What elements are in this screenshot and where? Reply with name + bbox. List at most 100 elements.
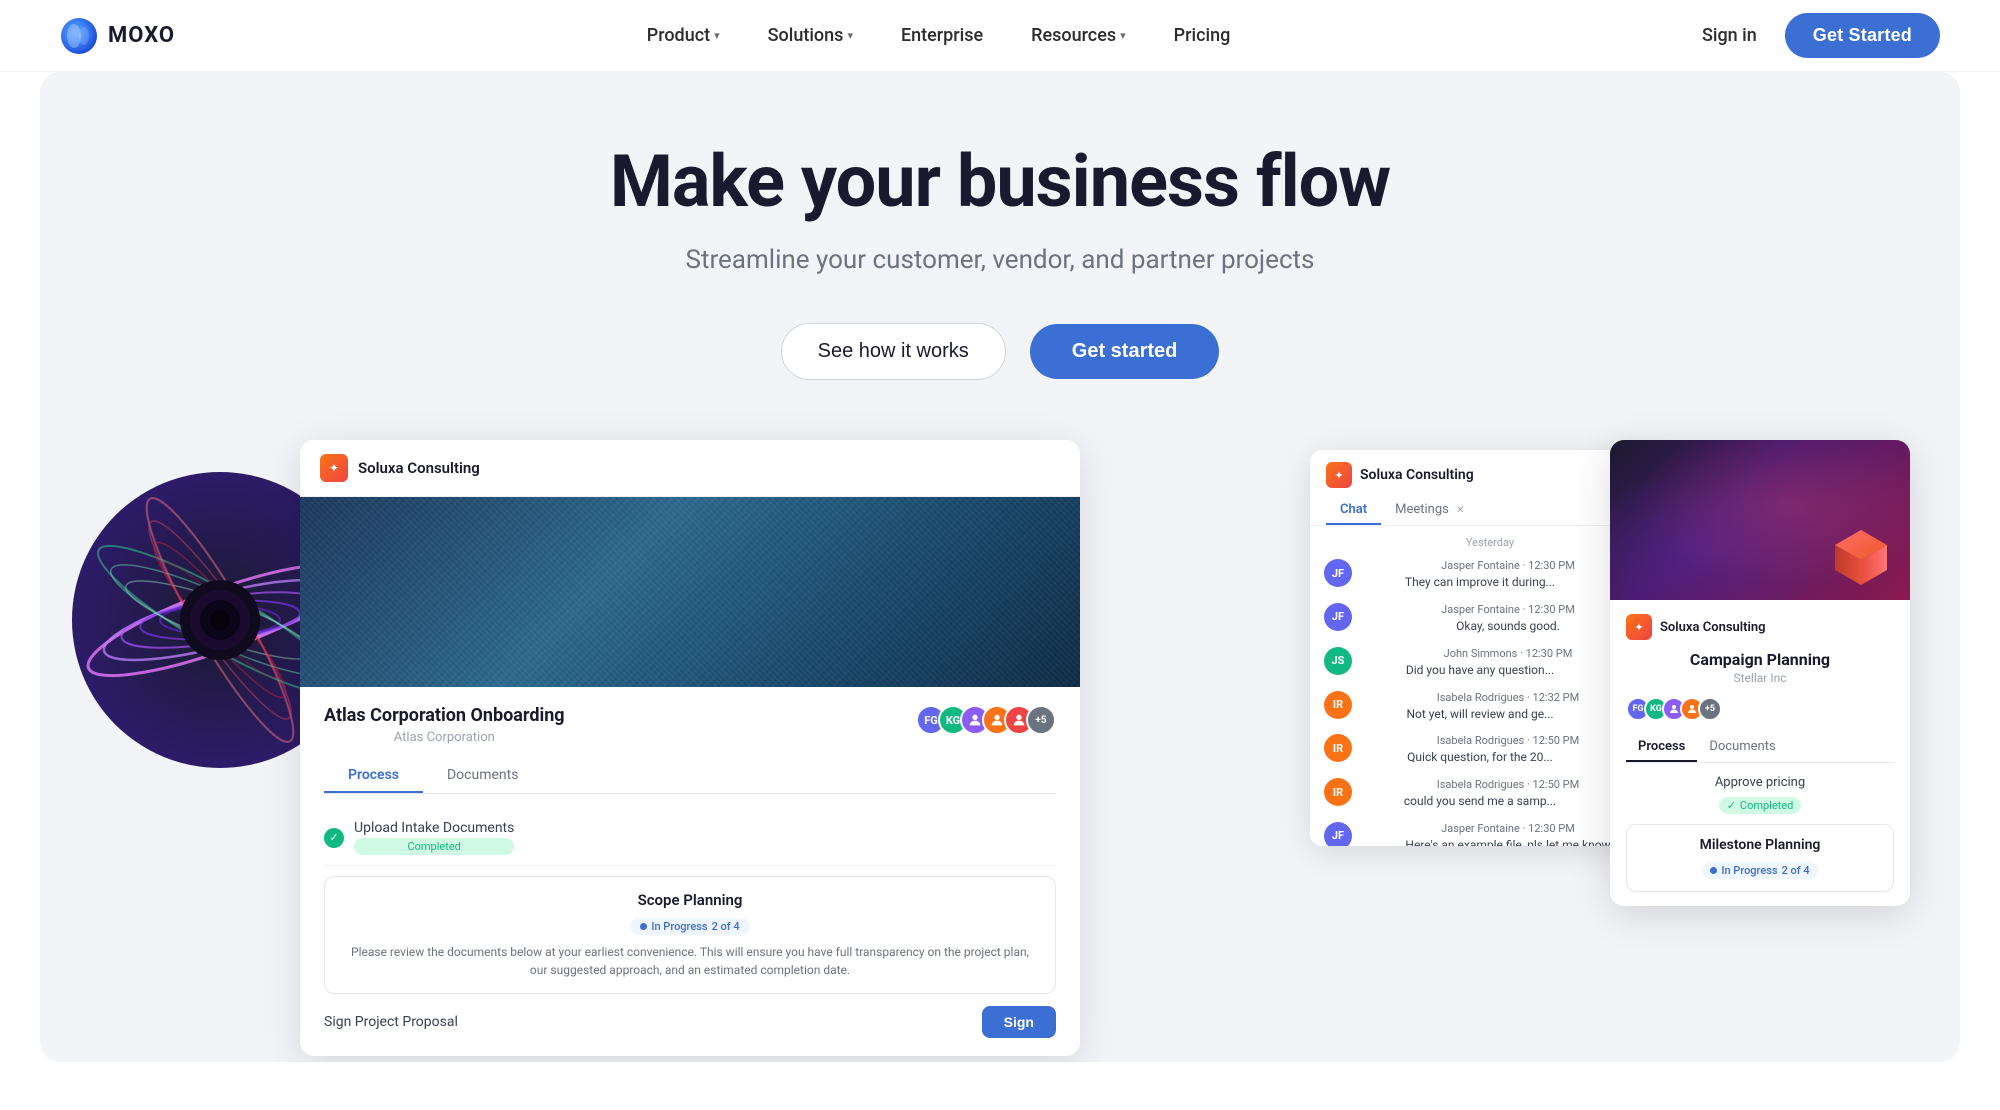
avatar-isabela-1: IR <box>1324 691 1352 719</box>
campaign-approve-status: ✓ Completed <box>1719 797 1802 814</box>
chat-header-row: ✦ Soluxa Consulting <box>1326 462 1654 488</box>
nav-enterprise[interactable]: Enterprise <box>901 25 983 46</box>
campaign-tab-process[interactable]: Process <box>1626 733 1697 762</box>
chat-message-5: IR Isabela Rodrigues · 12:50 PM Quick qu… <box>1324 734 1656 766</box>
avatar-isabela-2: IR <box>1324 734 1352 762</box>
campaign-tabs: Process Documents <box>1626 733 1894 763</box>
card-banner <box>300 497 1080 687</box>
avatar-jasper-3: JF <box>1324 822 1352 846</box>
campaign-company-name: Soluxa Consulting <box>1660 620 1766 635</box>
milestone-badge-text: In Progress <box>1721 864 1777 877</box>
chat-text-5: Quick question, for the 20... <box>1360 749 1600 766</box>
nav-pricing[interactable]: Pricing <box>1174 25 1231 46</box>
card-body: Atlas Corporation Onboarding Atlas Corpo… <box>300 687 1080 1056</box>
campaign-card: ✦ Soluxa Consulting Campaign Planning St… <box>1610 440 1910 906</box>
step-intake-label: Upload Intake Documents <box>354 820 514 836</box>
project-title: Atlas Corporation Onboarding <box>324 705 565 726</box>
nav-solutions[interactable]: Solutions ▾ <box>768 25 853 46</box>
get-started-hero-button[interactable]: Get started <box>1030 324 1220 379</box>
cube-icon <box>1829 525 1894 590</box>
get-started-nav-button[interactable]: Get Started <box>1785 13 1940 58</box>
chat-message-3: JS John Simmons · 12:30 PM Did you have … <box>1324 647 1656 679</box>
scope-badge-progress: 2 of 4 <box>712 920 740 933</box>
check-icon: ✓ <box>1727 799 1736 812</box>
company-icon: ✦ <box>320 454 348 482</box>
nav-actions: Sign in Get Started <box>1702 13 1940 58</box>
chat-date: Yesterday <box>1324 536 1656 549</box>
solutions-chevron-icon: ▾ <box>847 29 853 42</box>
chat-text-6: could you send me a samp... <box>1360 793 1600 810</box>
milestone-badge-progress: 2 of 4 <box>1782 864 1810 877</box>
step-intake-docs: ✓ Upload Intake Documents Completed <box>324 810 1056 866</box>
campaign-tab-documents[interactable]: Documents <box>1697 733 1787 762</box>
avatar-jasper-2: JF <box>1324 603 1352 631</box>
campaign-card-body: ✦ Soluxa Consulting Campaign Planning St… <box>1610 600 1910 906</box>
scope-badge: In Progress 2 of 4 <box>630 918 749 935</box>
campaign-subtitle: Stellar Inc <box>1626 671 1894 685</box>
brand-name: MOXO <box>108 23 175 48</box>
avatar-count: +5 <box>1026 705 1056 735</box>
tab-close-icon: ✕ <box>1456 505 1464 516</box>
card-header: ✦ Soluxa Consulting <box>300 440 1080 497</box>
chat-text-1: They can improve it during... <box>1360 574 1600 591</box>
main-nav: Product ▾ Solutions ▾ Enterprise Resourc… <box>647 25 1231 46</box>
campaign-header-row: ✦ Soluxa Consulting <box>1626 614 1894 640</box>
campaign-company-icon: ✦ <box>1626 614 1652 640</box>
chat-message-4: IR Isabela Rodrigues · 12:32 PM Not yet,… <box>1324 691 1656 723</box>
product-chevron-icon: ▾ <box>714 29 720 42</box>
milestone-card: Milestone Planning In Progress 2 of 4 <box>1626 824 1894 892</box>
hero-section: Make your business flow Streamline your … <box>40 72 1960 1062</box>
campaign-avatar-count: +5 <box>1698 697 1722 721</box>
hero-visual: ✦ Soluxa Consulting Atlas Corporation On… <box>100 440 1900 1060</box>
main-project-card: ✦ Soluxa Consulting Atlas Corporation On… <box>300 440 1080 1056</box>
avatar-jasper-1: JF <box>1324 559 1352 587</box>
card-tabs: Process Documents <box>324 759 1056 794</box>
moxo-logo-icon <box>60 17 98 55</box>
milestone-badge-dot <box>1710 867 1717 874</box>
chat-message-7: JF Jasper Fontaine · 12:30 PM Here's an … <box>1324 822 1656 846</box>
scope-title: Scope Planning <box>341 891 1039 909</box>
step-check-icon: ✓ <box>324 828 344 848</box>
campaign-banner <box>1610 440 1910 600</box>
chat-company-icon: ✦ <box>1326 462 1352 488</box>
hero-cta-group: See how it works Get started <box>100 323 1900 380</box>
chat-tab-chat[interactable]: Chat <box>1326 496 1381 525</box>
chat-message-2: JF Jasper Fontaine · 12:30 PM Okay, soun… <box>1324 603 1656 635</box>
scope-description: Please review the documents below at you… <box>341 943 1039 979</box>
avatar-isabela-3: IR <box>1324 778 1352 806</box>
campaign-title: Campaign Planning <box>1626 650 1894 669</box>
chat-message-6: IR Isabela Rodrigues · 12:50 PM could yo… <box>1324 778 1656 810</box>
nav-resources[interactable]: Resources ▾ <box>1031 25 1126 46</box>
tab-documents[interactable]: Documents <box>423 759 542 793</box>
chat-message-1: JF Jasper Fontaine · 12:30 PM They can i… <box>1324 559 1656 591</box>
milestone-badge: In Progress 2 of 4 <box>1702 862 1817 879</box>
scope-planning-card: Scope Planning In Progress 2 of 4 Please… <box>324 876 1056 994</box>
milestone-title: Milestone Planning <box>1641 837 1879 853</box>
project-avatars: FG KG +5 <box>916 705 1056 735</box>
logo[interactable]: MOXO <box>60 17 175 55</box>
campaign-approve-label: Approve pricing <box>1626 775 1894 790</box>
resources-chevron-icon: ▾ <box>1120 29 1126 42</box>
chat-text-4: Not yet, will review and ge... <box>1360 706 1600 723</box>
scope-badge-text: In Progress <box>651 920 707 933</box>
navbar: MOXO Product ▾ Solutions ▾ Enterprise Re… <box>0 0 2000 72</box>
scope-badge-dot <box>640 923 647 930</box>
sign-proposal-button[interactable]: Sign <box>982 1006 1056 1038</box>
tab-process[interactable]: Process <box>324 759 423 793</box>
see-how-it-works-button[interactable]: See how it works <box>781 323 1006 380</box>
project-subtitle: Atlas Corporation <box>324 730 565 745</box>
chat-text-3: Did you have any question... <box>1360 662 1600 679</box>
chat-company-name: Soluxa Consulting <box>1360 467 1474 483</box>
avatar-john: JS <box>1324 647 1352 675</box>
card-company-name: Soluxa Consulting <box>358 459 480 477</box>
sign-in-link[interactable]: Sign in <box>1702 25 1757 46</box>
chat-tab-meetings[interactable]: Meetings ✕ <box>1381 496 1478 525</box>
nav-product[interactable]: Product ▾ <box>647 25 720 46</box>
step-intake-status: Completed <box>354 838 514 855</box>
sign-proposal-label: Sign Project Proposal <box>324 1014 458 1030</box>
campaign-avatars: FG KG +5 <box>1626 697 1894 721</box>
hero-title: Make your business flow <box>100 142 1900 221</box>
campaign-step-approve: Approve pricing ✓ Completed <box>1626 775 1894 814</box>
chat-tabs: Chat Meetings ✕ <box>1326 496 1654 525</box>
hero-subtitle: Streamline your customer, vendor, and pa… <box>100 245 1900 275</box>
